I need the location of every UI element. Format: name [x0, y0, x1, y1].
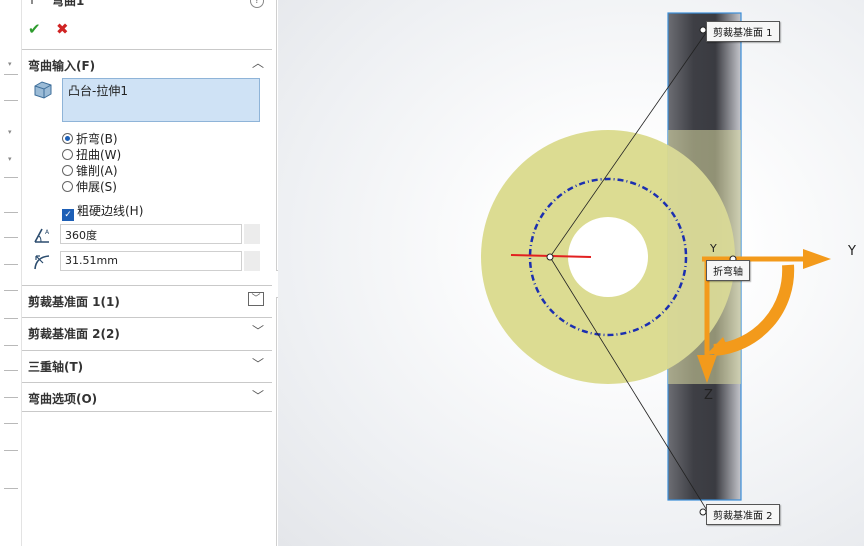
cancel-button[interactable]: ✖ — [56, 20, 69, 38]
feature-title: 弯曲1 — [52, 0, 85, 8]
section-bend-input[interactable]: 弯曲输入(F) ︿ — [22, 49, 272, 79]
chevron-down-icon[interactable]: ﹀ — [252, 322, 264, 339]
strip-divider — [4, 100, 18, 101]
property-manager: 弯曲1 ? ✔ ✖ 弯曲输入(F) ︿ 凸台-拉伸1 折弯(B) 扭曲(W) 锥… — [22, 0, 277, 546]
radio-dot[interactable] — [62, 149, 73, 160]
strip-arrow-icon[interactable]: ▾ — [8, 155, 12, 163]
strip-divider — [4, 318, 18, 319]
section-triad[interactable]: 三重轴(T) ﹀ — [22, 350, 272, 380]
radius-icon — [34, 255, 50, 270]
hard-edges-checkbox[interactable]: ✓ 粗硬边线(H) — [62, 202, 143, 221]
chevron-down-icon[interactable]: ﹀ — [248, 292, 264, 306]
angle-icon: A — [34, 228, 50, 243]
strip-divider — [4, 370, 18, 371]
radius-input[interactable]: 31.51mm — [60, 251, 242, 271]
strip-divider — [4, 423, 18, 424]
section-bend-options-label: 弯曲选项(O) — [28, 392, 98, 406]
radio-bend-label: 折弯(B) — [76, 132, 118, 146]
selected-body: 凸台-拉伸1 — [68, 84, 128, 98]
triad-z-label: Z — [704, 388, 713, 403]
triad-y-arrowhead — [803, 249, 831, 269]
triad-small-y-label: Y — [710, 242, 717, 255]
section-triad-label: 三重轴(T) — [28, 360, 84, 374]
help-icon[interactable]: ? — [250, 0, 264, 8]
strip-divider — [4, 237, 18, 238]
radio-bend[interactable]: 折弯(B) — [62, 130, 118, 147]
strip-divider — [4, 290, 18, 291]
radio-taper-label: 锥削(A) — [76, 164, 118, 178]
strip-arrow-icon[interactable]: ▾ — [8, 128, 12, 136]
chevron-down-icon[interactable]: ﹀ — [252, 355, 264, 372]
section-trim-plane-1[interactable]: 剪裁基准面 1(1) ﹀ — [22, 285, 272, 315]
section-trim-plane-2[interactable]: 剪裁基准面 2(2) ﹀ — [22, 317, 272, 347]
strip-divider — [4, 74, 18, 75]
strip-divider — [4, 212, 18, 213]
left-strip: ▾ ▾ ▾ — [0, 0, 22, 546]
radio-stretch[interactable]: 伸展(S) — [62, 178, 117, 195]
radio-dot[interactable] — [62, 133, 73, 144]
section-bend-input-label: 弯曲输入(F) — [28, 59, 96, 73]
callout-trim-plane-1[interactable]: 剪裁基准面 1 — [706, 21, 780, 42]
solid-body-icon — [34, 81, 52, 99]
section-bend-options[interactable]: 弯曲选项(O) ﹀ — [22, 382, 272, 412]
body-selection-box[interactable]: 凸台-拉伸1 — [62, 78, 260, 122]
checkbox-check-icon[interactable]: ✓ — [62, 209, 74, 221]
angle-input[interactable]: 360度 — [60, 224, 242, 244]
radio-stretch-label: 伸展(S) — [76, 180, 117, 194]
triad-y-label: Y — [848, 244, 856, 259]
angle-spinner[interactable] — [244, 224, 260, 244]
chevron-up-icon[interactable]: ︿ — [252, 54, 264, 71]
axis-pivot[interactable] — [546, 253, 554, 261]
ok-button[interactable]: ✔ — [28, 20, 41, 38]
radio-dot[interactable] — [62, 165, 73, 176]
radio-taper[interactable]: 锥削(A) — [62, 162, 118, 179]
hard-edges-label: 粗硬边线(H) — [77, 204, 144, 218]
graphics-viewport[interactable]: 剪裁基准面 1 剪裁基准面 2 折弯轴 Y Y Z — [278, 0, 864, 546]
strip-divider — [4, 177, 18, 178]
callout-trim-plane-2[interactable]: 剪裁基准面 2 — [706, 504, 780, 525]
strip-divider — [4, 488, 18, 489]
bend-feature-icon — [31, 0, 33, 4]
strip-divider — [4, 450, 18, 451]
strip-arrow-icon[interactable]: ▾ — [8, 60, 12, 68]
radio-dot[interactable] — [62, 181, 73, 192]
section-trim-plane-1-label: 剪裁基准面 1(1) — [28, 295, 120, 309]
section-trim-plane-2-label: 剪裁基准面 2(2) — [28, 327, 120, 341]
radio-twist-label: 扭曲(W) — [76, 148, 122, 162]
strip-divider — [4, 264, 18, 265]
radio-twist[interactable]: 扭曲(W) — [62, 146, 121, 163]
strip-divider — [4, 345, 18, 346]
strip-divider — [4, 397, 18, 398]
radius-spinner[interactable] — [244, 251, 260, 271]
svg-text:A: A — [45, 229, 50, 236]
model-scene — [481, 12, 831, 516]
callout-bend-axis[interactable]: 折弯轴 — [706, 260, 750, 281]
chevron-down-icon[interactable]: ﹀ — [252, 387, 264, 404]
